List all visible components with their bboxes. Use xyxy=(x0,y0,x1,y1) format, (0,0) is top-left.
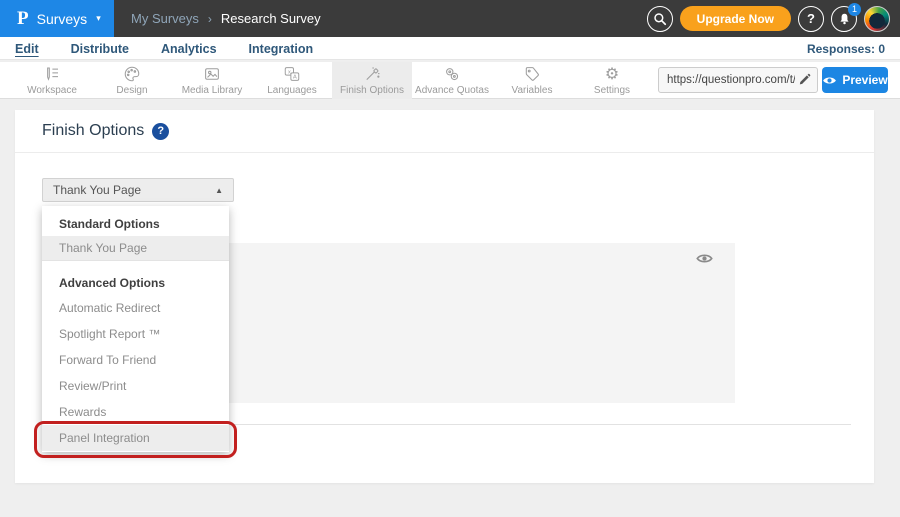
questionpro-logo: P xyxy=(17,8,29,30)
menu-item-automatic-redirect[interactable]: Automatic Redirect xyxy=(42,295,229,321)
menu-header-advanced-options: Advanced Options xyxy=(42,271,229,295)
toolbar-tab-design[interactable]: Design xyxy=(92,62,172,99)
title-help-icon[interactable]: ? xyxy=(152,123,169,140)
breadcrumb-current-survey: Research Survey xyxy=(221,11,321,26)
page-title: Finish Options xyxy=(42,122,144,140)
eye-icon xyxy=(822,75,837,86)
svg-text:A: A xyxy=(293,75,297,81)
toolbar-tabs: Workspace Design Media Library xA Langua… xyxy=(12,62,652,99)
menu-item-panel-integration[interactable]: Panel Integration xyxy=(42,425,229,451)
finish-options-select[interactable]: Thank You Page ▲ xyxy=(42,178,234,202)
survey-url-input[interactable] xyxy=(667,74,795,86)
finish-options-card: Finish Options ? Thank You Page ▲ Standa… xyxy=(15,110,874,483)
workspace-icon xyxy=(42,66,62,83)
survey-nav: Edit Distribute Analytics Integration Re… xyxy=(0,37,900,60)
chain-links-icon xyxy=(442,66,462,83)
finish-options-menu: Standard Options Thank You Page Advanced… xyxy=(42,206,229,452)
breadcrumb-separator: › xyxy=(208,12,212,26)
menu-spacer xyxy=(42,261,229,271)
toolbar-tab-media-library[interactable]: Media Library xyxy=(172,62,252,99)
toolbar-tab-languages[interactable]: xA Languages xyxy=(252,62,332,99)
user-avatar[interactable] xyxy=(864,6,890,32)
edit-toolbar: Workspace Design Media Library xA Langua… xyxy=(0,61,900,99)
nav-tab-distribute[interactable]: Distribute xyxy=(71,42,129,56)
edit-url-icon[interactable] xyxy=(798,73,811,86)
toolbar-tab-finish-options[interactable]: Finish Options xyxy=(332,62,412,99)
preview-button[interactable]: Preview xyxy=(822,67,888,93)
toolbar-tab-settings[interactable]: ⚙ Settings xyxy=(572,62,652,99)
survey-nav-links: Edit Distribute Analytics Integration xyxy=(15,37,313,60)
preview-eye-icon[interactable] xyxy=(696,252,713,265)
menu-item-spotlight-report[interactable]: Spotlight Report ™ xyxy=(42,321,229,347)
menu-item-review-print[interactable]: Review/Print xyxy=(42,373,229,399)
breadcrumb-my-surveys[interactable]: My Surveys xyxy=(131,11,199,26)
toolbar-tab-workspace[interactable]: Workspace xyxy=(12,62,92,99)
translate-icon: xA xyxy=(282,66,302,83)
nav-tab-analytics[interactable]: Analytics xyxy=(161,42,217,56)
breadcrumb: My Surveys › Research Survey xyxy=(131,0,321,37)
help-button[interactable]: ? xyxy=(798,6,824,32)
toolbar-tab-variables[interactable]: Variables xyxy=(492,62,572,99)
notifications-button[interactable]: 1 xyxy=(831,6,857,32)
palette-icon xyxy=(122,66,142,83)
card-title-row: Finish Options ? xyxy=(15,110,874,153)
image-icon xyxy=(202,66,222,83)
top-header-bar: P Surveys ▾ My Surveys › Research Survey… xyxy=(0,0,900,37)
responses-count[interactable]: Responses: 0 xyxy=(807,37,885,60)
upgrade-now-button[interactable]: Upgrade Now xyxy=(680,6,791,31)
menu-item-thank-you-page[interactable]: Thank You Page xyxy=(42,236,229,261)
page: P Surveys ▾ My Surveys › Research Survey… xyxy=(0,0,900,517)
search-icon xyxy=(653,12,667,26)
gear-icon: ⚙ xyxy=(605,66,619,83)
tag-icon xyxy=(522,66,542,83)
selected-option-label: Thank You Page xyxy=(53,183,215,197)
notification-count-badge: 1 xyxy=(848,3,861,16)
menu-header-standard-options: Standard Options xyxy=(42,212,229,236)
nav-tab-integration[interactable]: Integration xyxy=(249,42,314,56)
search-button[interactable] xyxy=(647,6,673,32)
product-name: Surveys xyxy=(37,11,88,27)
chevron-down-icon: ▾ xyxy=(96,13,101,24)
toolbar-tab-advance-quotas[interactable]: Advance Quotas xyxy=(412,62,492,99)
magic-wand-icon xyxy=(362,66,382,83)
nav-tab-edit[interactable]: Edit xyxy=(15,42,39,56)
product-switcher[interactable]: P Surveys ▾ xyxy=(0,0,114,37)
survey-url-field xyxy=(658,67,818,93)
question-mark-icon: ? xyxy=(807,11,815,26)
chevron-up-icon: ▲ xyxy=(215,186,223,195)
menu-item-rewards[interactable]: Rewards xyxy=(42,399,229,425)
header-actions: Upgrade Now ? 1 xyxy=(647,0,890,37)
menu-item-forward-to-friend[interactable]: Forward To Friend xyxy=(42,347,229,373)
